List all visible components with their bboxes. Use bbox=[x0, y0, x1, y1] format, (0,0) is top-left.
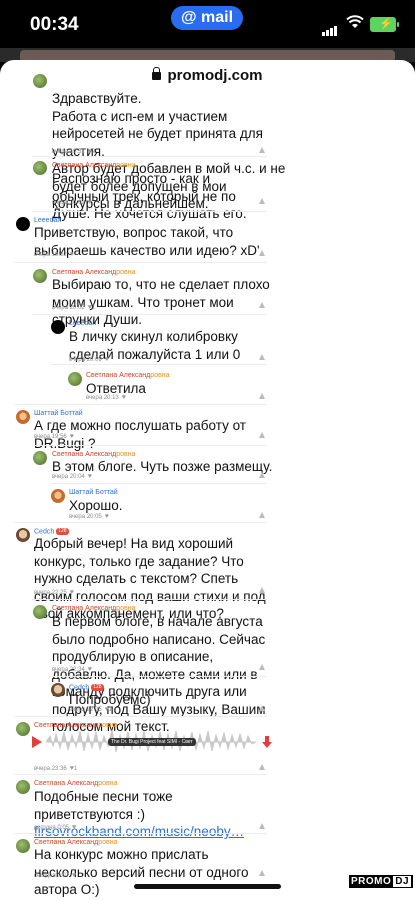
report-icon[interactable] bbox=[259, 664, 265, 670]
avatar[interactable] bbox=[16, 410, 30, 424]
comment-author[interactable]: Светлана Александровна bbox=[52, 451, 136, 458]
avatar[interactable] bbox=[33, 161, 47, 175]
comment-meta: вчера 20:09 ♥ bbox=[52, 199, 92, 206]
report-icon[interactable] bbox=[259, 705, 265, 711]
report-icon[interactable] bbox=[259, 147, 265, 153]
avatar[interactable] bbox=[16, 839, 30, 853]
play-icon[interactable] bbox=[32, 736, 42, 748]
comment-meta: вчера 22:25 ♥ bbox=[34, 589, 74, 596]
comment-author[interactable]: Leeedah bbox=[69, 320, 96, 327]
track-title[interactable]: The Dr. Bugi Project feat SIMI - Свет bbox=[108, 738, 196, 746]
comment-author[interactable]: Светлана Александровна bbox=[52, 605, 136, 612]
report-icon[interactable] bbox=[259, 823, 265, 829]
avatar[interactable] bbox=[68, 372, 82, 386]
comment-meta: вчера 22:35 ♥1 bbox=[69, 706, 113, 713]
comment-author[interactable]: Leeedah bbox=[34, 217, 61, 224]
comment-text: Распознаю просто - как и обычный трек, к… bbox=[52, 171, 247, 221]
comment-author[interactable]: Светлана Александровна bbox=[34, 780, 118, 787]
avatar[interactable] bbox=[33, 451, 47, 465]
avatar[interactable] bbox=[51, 489, 65, 503]
report-icon[interactable] bbox=[259, 198, 265, 204]
rating-badge: 128 bbox=[56, 528, 69, 535]
report-icon[interactable] bbox=[259, 587, 265, 593]
browser-sheet: promodj.com Здравствуйте. Работа с исп-е… bbox=[0, 60, 415, 900]
report-icon[interactable] bbox=[259, 764, 265, 770]
home-indicator[interactable] bbox=[134, 884, 281, 889]
avatar[interactable] bbox=[51, 683, 65, 697]
comment-meta: вчера 20:02 ♥1 bbox=[52, 304, 96, 311]
avatar[interactable] bbox=[16, 217, 30, 231]
url-text: promodj.com bbox=[167, 67, 263, 84]
comment-meta: вчера 20:13 ♥ bbox=[86, 394, 126, 401]
comment-text: В первом блоге, в начале августа было по… bbox=[52, 614, 266, 734]
mail-app-pill[interactable]: @ mail bbox=[171, 6, 243, 30]
report-icon[interactable] bbox=[259, 250, 265, 256]
comment-meta: сегодня 0:05 ♥ bbox=[34, 824, 77, 831]
comment-meta: вчера 19:56 ♥ bbox=[34, 433, 74, 440]
comment-author[interactable]: Светлана Александровна bbox=[86, 372, 170, 379]
battery-charging-icon: ⚡ bbox=[370, 17, 399, 32]
comment-meta: вчера 19:52 ♥ bbox=[34, 251, 74, 258]
comment-meta: сегодня 0:07 ♥ bbox=[34, 872, 77, 879]
comment-meta: вчера 22:34 ♥ bbox=[52, 666, 92, 673]
status-bar: 00:34 @ mail ⚡ bbox=[0, 0, 415, 48]
audio-player: The Dr. Bugi Project feat SIMI - Свет bbox=[30, 722, 275, 762]
comment-meta: вчера 20:09 ♥ bbox=[69, 356, 109, 363]
comment-meta: вчера 23:36 ♥1 bbox=[34, 765, 78, 772]
rating-badge: 128 bbox=[91, 684, 104, 691]
report-icon[interactable] bbox=[259, 472, 265, 478]
avatar[interactable] bbox=[16, 780, 30, 794]
report-icon[interactable] bbox=[259, 432, 265, 438]
comment-meta: вчера 20:05 ♥ bbox=[69, 513, 109, 520]
lock-icon bbox=[152, 67, 162, 80]
comment-author[interactable]: Светлана Александровна bbox=[52, 162, 136, 169]
wifi-icon bbox=[346, 15, 364, 28]
avatar[interactable] bbox=[33, 605, 47, 619]
comment-author[interactable]: Шаттай Боттай bbox=[69, 489, 118, 496]
address-bar[interactable]: promodj.com bbox=[0, 60, 415, 90]
avatar[interactable] bbox=[16, 528, 30, 542]
avatar[interactable] bbox=[33, 74, 47, 88]
comment-meta: вчера 20:04 ♥ bbox=[52, 473, 92, 480]
avatar[interactable] bbox=[51, 320, 65, 334]
avatar[interactable] bbox=[33, 269, 47, 283]
clock: 00:34 bbox=[30, 14, 79, 35]
comment-author[interactable]: Светлана Александровна bbox=[34, 839, 118, 846]
report-icon[interactable] bbox=[259, 512, 265, 518]
cellular-signal-icon bbox=[322, 18, 338, 36]
avatar[interactable] bbox=[16, 722, 30, 736]
report-icon[interactable] bbox=[259, 870, 265, 876]
promodj-logo: PROMO DJ bbox=[349, 875, 414, 888]
report-icon[interactable] bbox=[259, 354, 265, 360]
comment-author[interactable]: Светлана Александровна bbox=[52, 269, 136, 276]
comment-text: Хорошо. bbox=[69, 498, 123, 513]
report-icon[interactable] bbox=[259, 302, 265, 308]
comment-author[interactable]: Шаттай Боттай bbox=[34, 410, 83, 417]
download-icon[interactable] bbox=[262, 736, 272, 748]
report-icon[interactable] bbox=[259, 393, 265, 399]
comment-meta: вчера 19:51 ♥2 bbox=[52, 148, 96, 155]
